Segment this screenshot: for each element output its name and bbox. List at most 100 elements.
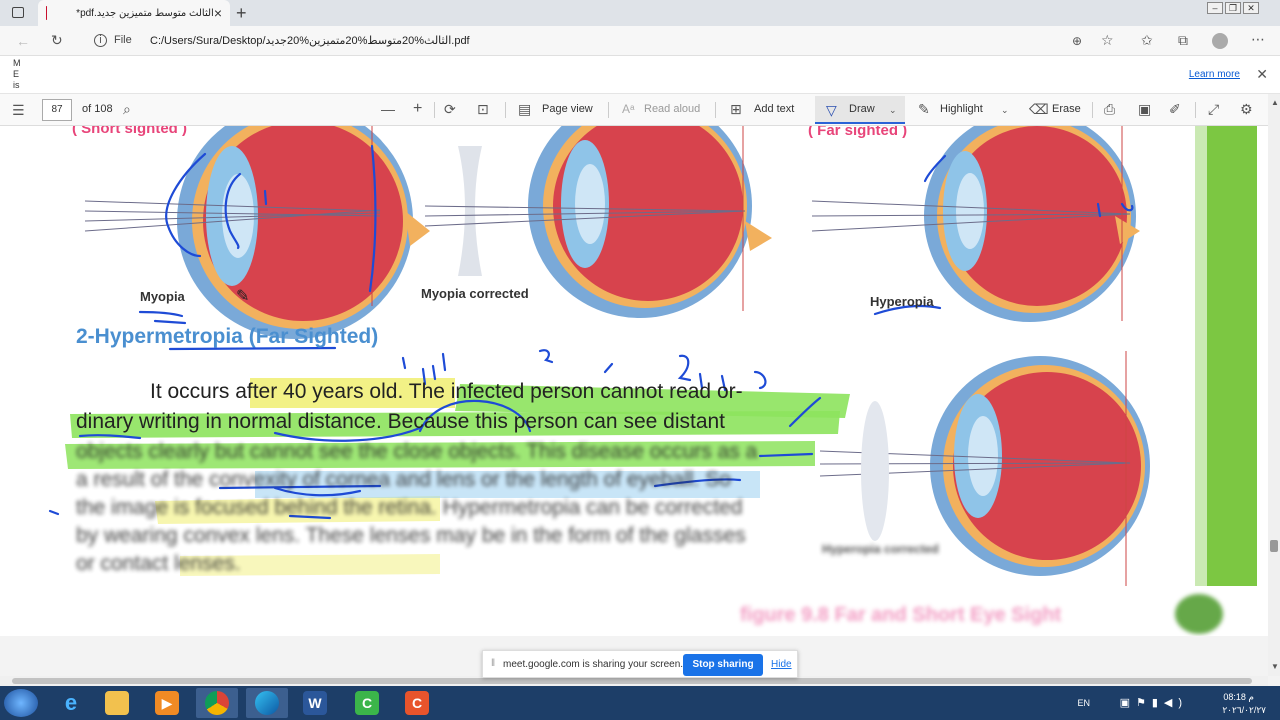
info-strip: M E is Learn more ✕ <box>0 56 1280 94</box>
label-hyperopia-corrected: Hyperopia corrected <box>822 542 939 556</box>
favorite-add-icon[interactable]: ☆ <box>1101 33 1114 47</box>
page-view-icon[interactable]: ▤ <box>518 102 531 116</box>
draw-icon[interactable]: ▽ <box>826 103 837 117</box>
taskbar-word[interactable]: W <box>294 688 336 718</box>
taskbar-ie[interactable]: e <box>50 688 92 718</box>
chrome-icon <box>205 691 229 715</box>
highlight-button[interactable]: Highlight <box>940 103 983 115</box>
paragraph-line-3: objects clearly but cannot see the close… <box>76 440 758 463</box>
tab-actions-icon[interactable] <box>12 7 24 18</box>
save-icon[interactable]: ▣ <box>1138 102 1151 116</box>
add-text-icon[interactable]: ⊞ <box>730 102 742 116</box>
save-as-icon[interactable]: ✐ <box>1169 102 1181 116</box>
paragraph-line-1: It occurs after 40 years old. The infect… <box>150 380 743 403</box>
figure-caption: figure 9.8 Far and Short Eye Sight <box>740 604 1062 626</box>
erase-button[interactable]: Erase <box>1052 103 1081 115</box>
zoom-out-icon[interactable]: — <box>381 102 395 116</box>
zoom-icon[interactable]: ⊕ <box>1072 34 1082 48</box>
camtasia-orange-icon: C <box>405 691 429 715</box>
taskbar-camtasia[interactable]: C <box>346 688 388 718</box>
side-letters: M E is <box>13 58 21 90</box>
new-tab-button[interactable]: + <box>236 3 247 24</box>
camtasia-green-icon: C <box>355 691 379 715</box>
edge-icon <box>255 691 279 715</box>
tray-icons[interactable]: ▣⚑▮◀) <box>1120 696 1188 709</box>
browser-title-bar: الثالث متوسط متميزين جديد.pdf* × + – ❐ ✕ <box>0 0 1280 26</box>
horizontal-scroll-thumb[interactable] <box>12 678 1252 684</box>
hyperopia-eye <box>811 126 1140 322</box>
scroll-up-icon[interactable]: ▲ <box>1271 98 1279 107</box>
highlight-icon[interactable]: ✎ <box>918 102 930 116</box>
divider <box>608 102 609 118</box>
minimize-button[interactable]: – <box>1207 2 1223 14</box>
page-total: of 108 <box>82 103 113 115</box>
divider <box>715 102 716 118</box>
zoom-in-icon[interactable]: + <box>413 101 422 117</box>
chevron-down-icon[interactable]: ⌄ <box>889 103 897 117</box>
header-far-sighted: ( Far sighted ) <box>808 126 908 139</box>
section-title: 2-Hypermetropia (Far Sighted) <box>76 325 379 348</box>
read-aloud-icon: Aᵃ <box>622 102 635 116</box>
settings-gear-icon[interactable]: ⚙ <box>1240 102 1253 116</box>
add-text-button[interactable]: Add text <box>754 103 794 115</box>
fit-page-icon[interactable]: ⊡ <box>477 102 489 116</box>
page-view-button[interactable]: Page view <box>542 103 593 115</box>
favorites-icon[interactable]: ✩ <box>1141 33 1153 47</box>
divider <box>1092 102 1093 118</box>
header-short-sighted: ( Short sighted ) <box>72 126 187 137</box>
screen-share-banner: ‖ meet.google.com is sharing your screen… <box>482 650 798 678</box>
page-number-input[interactable]: 87 <box>42 99 72 121</box>
taskbar-explorer[interactable] <box>96 688 138 718</box>
collections-icon[interactable]: ⧉ <box>1178 33 1188 47</box>
myopia-eye <box>84 126 430 339</box>
taskbar-media[interactable]: ▶ <box>146 688 188 718</box>
scroll-down-icon[interactable]: ▼ <box>1271 662 1279 671</box>
read-aloud-button[interactable]: Read aloud <box>644 103 700 115</box>
taskbar-chrome[interactable] <box>196 688 238 718</box>
language-indicator[interactable]: EN <box>1077 698 1090 708</box>
info-icon[interactable]: i <box>94 34 107 47</box>
print-icon[interactable]: ⎙ <box>1104 102 1115 116</box>
taskbar-camtasia-recorder[interactable]: C <box>396 688 438 718</box>
page-green-inner <box>1195 126 1207 586</box>
paragraph-line-7: or contact lenses. <box>76 552 241 575</box>
address-bar: ← ↻ i File C:/Users/Sura/Desktop/الثالث%… <box>0 26 1280 56</box>
refresh-icon[interactable]: ↻ <box>51 33 63 47</box>
browser-tab[interactable]: الثالث متوسط متميزين جديد.pdf* × <box>38 0 230 26</box>
taskbar-edge[interactable] <box>246 688 288 718</box>
share-message: meet.google.com is sharing your screen. <box>503 659 684 670</box>
fullscreen-icon[interactable]: ⤢ <box>1208 102 1219 116</box>
pdf-page: ( Short sighted ) ( Far sighted ) Myopia… <box>0 126 1268 636</box>
search-icon[interactable]: ⌕ <box>123 102 131 116</box>
eraser-icon[interactable]: ⌫ <box>1029 102 1049 116</box>
clock-date[interactable]: ٢٠٢٦/٠٢/٢٧ <box>1222 705 1266 716</box>
start-button[interactable] <box>4 689 38 717</box>
more-menu-icon[interactable]: ⋯ <box>1251 32 1265 46</box>
vertical-scrollbar[interactable]: ▲ ▼ <box>1268 94 1280 676</box>
windows-taskbar: e ▶ W C C EN ▣⚑▮◀) 08:18 م ٢٠٢٦/٠٢/٢٧ <box>0 686 1280 720</box>
paragraph-line-2: dinary writing in normal distance. Becau… <box>76 410 726 433</box>
learn-more-link[interactable]: Learn more <box>1189 69 1240 80</box>
close-strip-icon[interactable]: ✕ <box>1256 67 1268 81</box>
chevron-down-icon[interactable]: ⌄ <box>1001 103 1009 117</box>
close-window-button[interactable]: ✕ <box>1243 2 1259 14</box>
media-player-icon: ▶ <box>155 691 179 715</box>
paragraph-line-6: by wearing convex lens. These lenses may… <box>76 524 746 547</box>
pdf-toolbar: ☰ 87 of 108 ⌕ — + ⟳ ⊡ ▤ Page view Aᵃ Rea… <box>0 94 1280 126</box>
paragraph-line-5: the image is focused behind the retina. … <box>76 496 743 519</box>
profile-avatar[interactable] <box>1212 33 1228 49</box>
stop-sharing-button[interactable]: Stop sharing <box>683 654 763 676</box>
clock-time[interactable]: 08:18 م <box>1223 692 1254 703</box>
url-field[interactable]: C:/Users/Sura/Desktop/الثالث%20متوسط%20م… <box>150 34 470 47</box>
hide-link[interactable]: Hide <box>771 659 792 670</box>
contents-icon[interactable]: ☰ <box>12 103 25 117</box>
restore-button[interactable]: ❐ <box>1225 2 1241 14</box>
close-tab-icon[interactable]: × <box>214 5 222 21</box>
draw-button[interactable]: Draw <box>849 103 875 115</box>
label-hyperopia: Hyperopia <box>870 294 934 309</box>
rotate-icon[interactable]: ⟳ <box>444 102 456 116</box>
back-icon[interactable]: ← <box>16 34 30 48</box>
divider <box>505 102 506 118</box>
drag-handle-icon[interactable]: ‖ <box>491 658 495 669</box>
scroll-thumb[interactable] <box>1270 540 1278 552</box>
